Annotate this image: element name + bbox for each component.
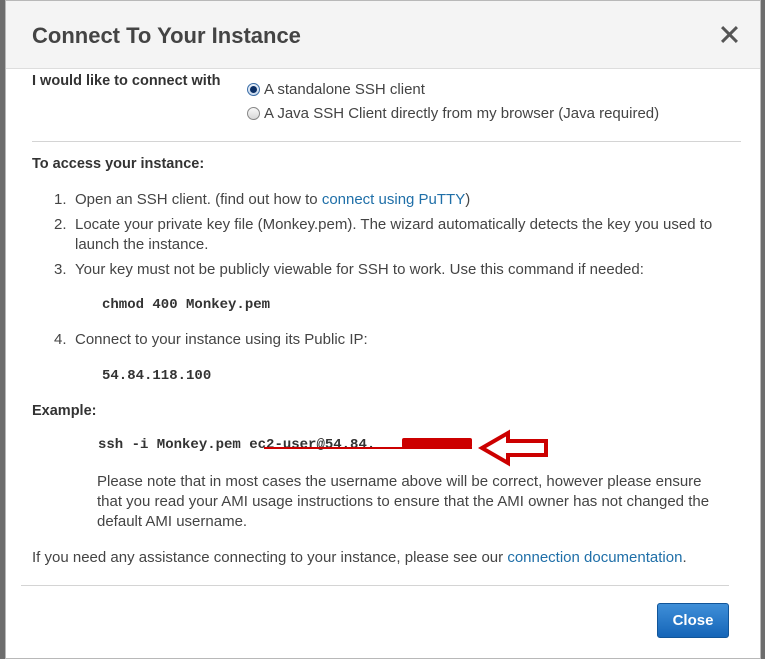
divider bbox=[32, 141, 741, 142]
step-number: 1. bbox=[54, 191, 67, 208]
red-arrow-annotation-icon bbox=[478, 429, 548, 467]
note-line1: Please note that in most cases the usern… bbox=[97, 473, 702, 490]
putty-link[interactable]: connect using PuTTY bbox=[322, 191, 465, 208]
step-number: 3. bbox=[54, 261, 67, 278]
radio-java-ssh[interactable]: A Java SSH Client directly from my brows… bbox=[247, 105, 659, 122]
connection-docs-link[interactable]: connection documentation bbox=[507, 549, 682, 566]
close-button[interactable]: Close bbox=[657, 603, 729, 638]
ssh-command: ssh -i Monkey.pem ec2-user@54.84. bbox=[98, 437, 376, 453]
example-heading: Example: bbox=[32, 403, 97, 419]
connect-with-label: I would like to connect with bbox=[32, 73, 221, 89]
radio-label: A Java SSH Client directly from my brows… bbox=[264, 105, 660, 122]
connect-dialog: Connect To Your Instance I would like to… bbox=[5, 0, 761, 659]
step-number: 4. bbox=[54, 331, 67, 348]
step-3-text: Your key must not be publicly viewable f… bbox=[75, 261, 644, 278]
note-line2: that you read your AMI usage instruction… bbox=[97, 493, 710, 510]
chmod-command: chmod 400 Monkey.pem bbox=[102, 297, 271, 313]
radio-unchecked-icon[interactable] bbox=[247, 107, 260, 120]
access-heading: To access your instance: bbox=[32, 156, 205, 172]
step-2-line1: Locate your private key file (Monkey.pem… bbox=[75, 216, 713, 233]
step-4-text: Connect to your instance using its Publi… bbox=[75, 331, 368, 348]
note-line3: default AMI username. bbox=[97, 513, 248, 530]
step-1-text: Open an SSH client. (find out how to con… bbox=[75, 191, 471, 208]
help-text: If you need any assistance connecting to… bbox=[32, 549, 687, 566]
footer-divider bbox=[21, 585, 729, 586]
public-ip: 54.84.118.100 bbox=[102, 368, 212, 384]
ssh-user-host: ec2-user@54.84. bbox=[249, 437, 376, 453]
dialog-header: Connect To Your Instance bbox=[6, 1, 760, 69]
dialog-title: Connect To Your Instance bbox=[32, 23, 301, 48]
step-number: 2. bbox=[54, 216, 67, 233]
radio-label: A standalone SSH client bbox=[264, 81, 425, 98]
redaction-underline bbox=[264, 447, 472, 449]
radio-checked-icon[interactable] bbox=[247, 83, 260, 96]
step-2-line2: launch the instance. bbox=[75, 236, 209, 253]
close-icon[interactable] bbox=[718, 24, 740, 46]
radio-standalone-ssh[interactable]: A standalone SSH client bbox=[247, 81, 425, 98]
